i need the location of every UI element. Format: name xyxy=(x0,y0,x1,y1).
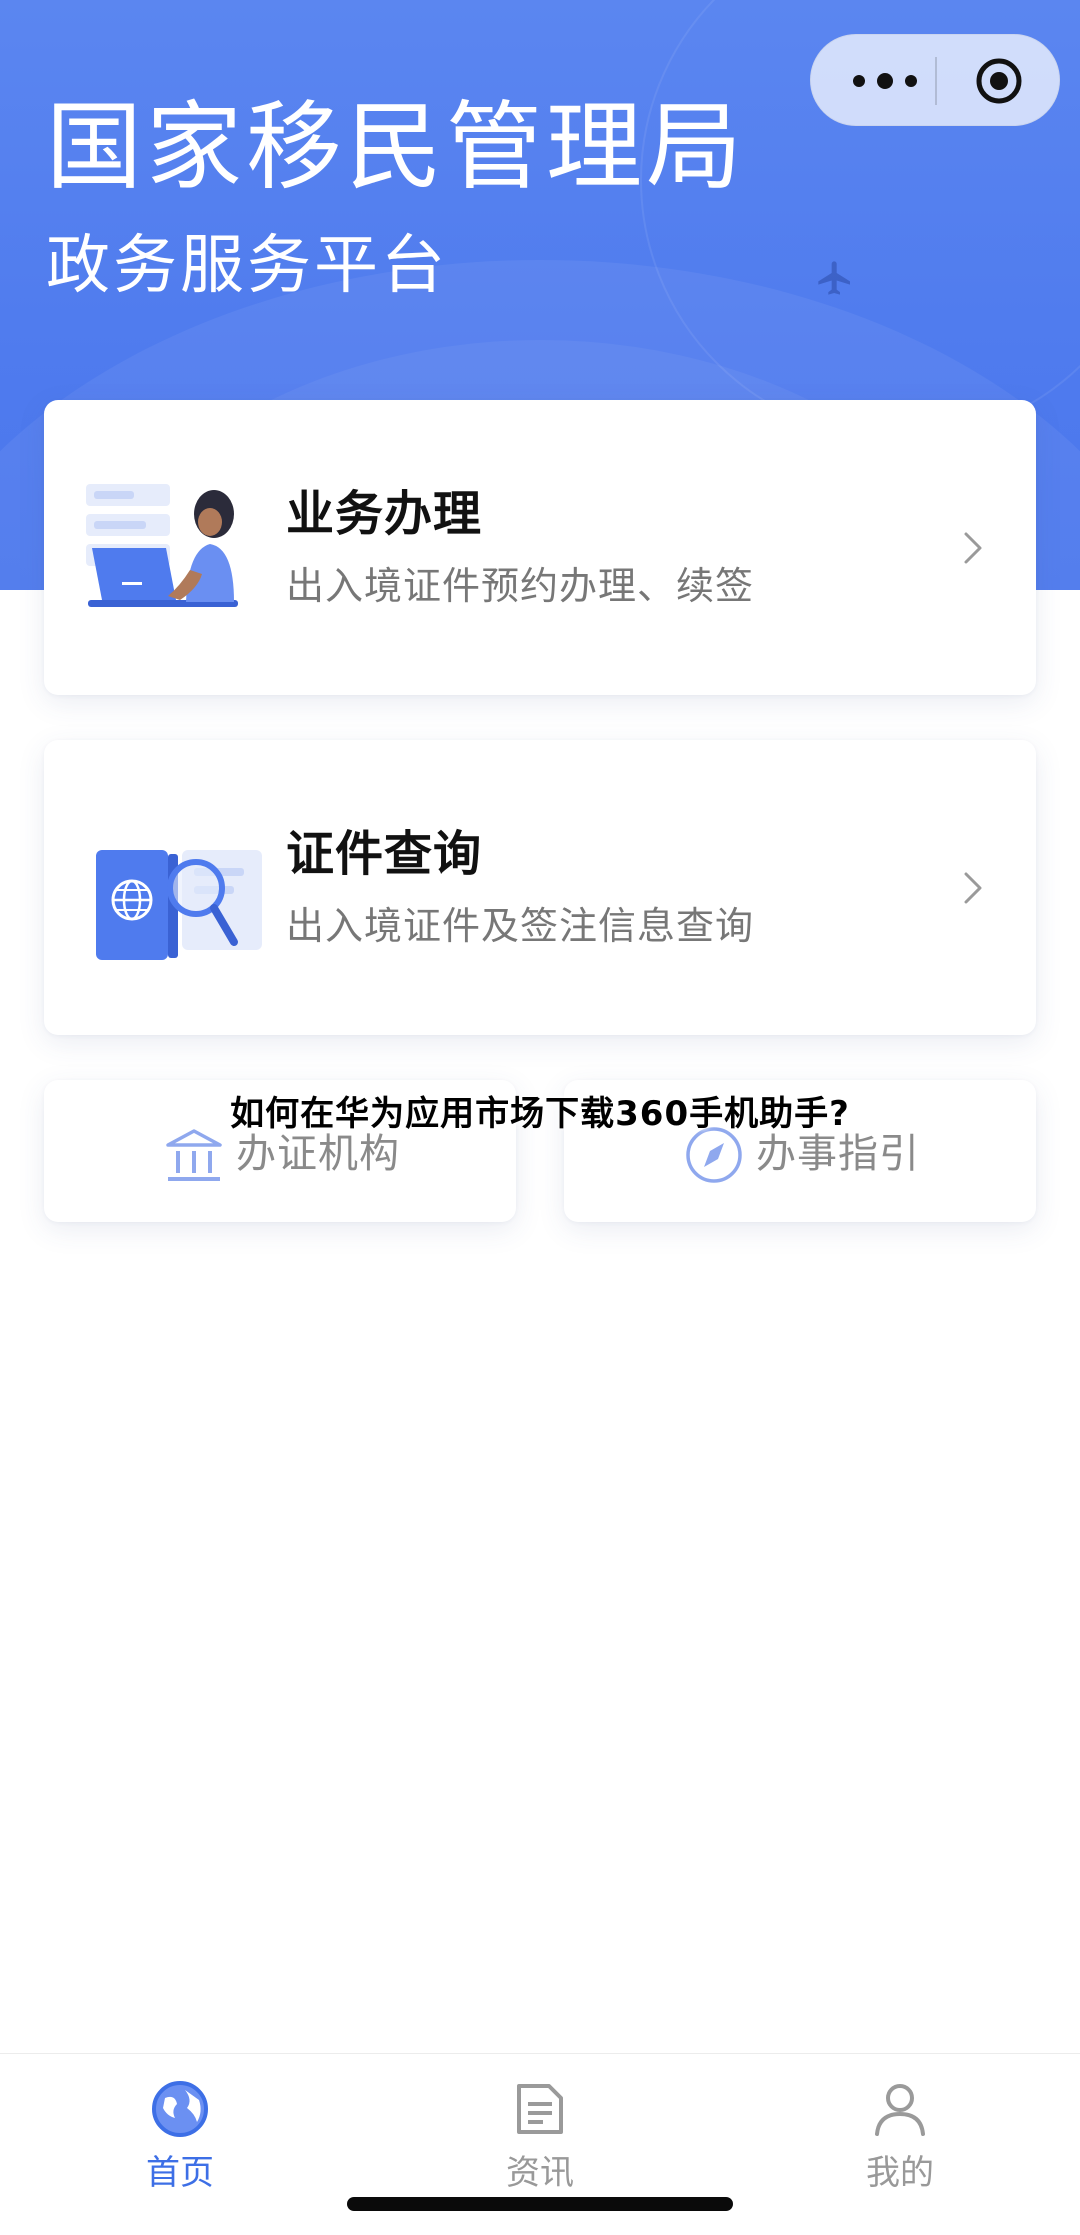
passport-search-illustration xyxy=(84,810,294,970)
tab-profile[interactable]: 我的 xyxy=(800,2078,1000,2218)
document-icon xyxy=(509,2078,571,2140)
card-title: 业务办理 xyxy=(286,486,483,542)
tab-home[interactable]: 首页 xyxy=(80,2078,280,2218)
card-description: 出入境证件及签注信息查询 xyxy=(286,904,755,948)
service-card-business[interactable]: 业务办理 出入境证件预约办理、续签 xyxy=(44,400,1036,695)
user-icon xyxy=(869,2078,931,2140)
chevron-right-icon xyxy=(962,868,986,908)
chevron-right-icon xyxy=(962,528,986,568)
home-indicator[interactable] xyxy=(347,2197,733,2211)
card-title: 证件查询 xyxy=(286,826,483,882)
miniprogram-capsule xyxy=(810,34,1060,126)
airplane-icon xyxy=(815,258,855,298)
service-card-query[interactable]: 证件查询 出入境证件及签注信息查询 xyxy=(44,740,1036,1035)
card-description: 出入境证件预约办理、续签 xyxy=(286,564,755,608)
app-title: 国家移民管理局 xyxy=(46,91,746,203)
more-dots-icon[interactable] xyxy=(847,65,927,97)
globe-icon xyxy=(149,2078,211,2140)
overlay-caption: 如何在华为应用市场下载360手机助手? xyxy=(230,1094,850,1134)
capsule-divider xyxy=(935,57,937,105)
app-page: 国家移民管理局 政务服务平台 业务办理 出入境证件预约办理、续签 证件查询 出入… xyxy=(0,0,1080,2235)
tab-label: 我的 xyxy=(866,2153,934,2193)
woman-laptop-illustration xyxy=(84,470,294,630)
tab-label: 首页 xyxy=(146,2153,214,2193)
tab-label: 资讯 xyxy=(506,2153,574,2193)
target-circle-icon[interactable] xyxy=(975,57,1023,105)
app-subtitle: 政务服务平台 xyxy=(46,229,448,303)
